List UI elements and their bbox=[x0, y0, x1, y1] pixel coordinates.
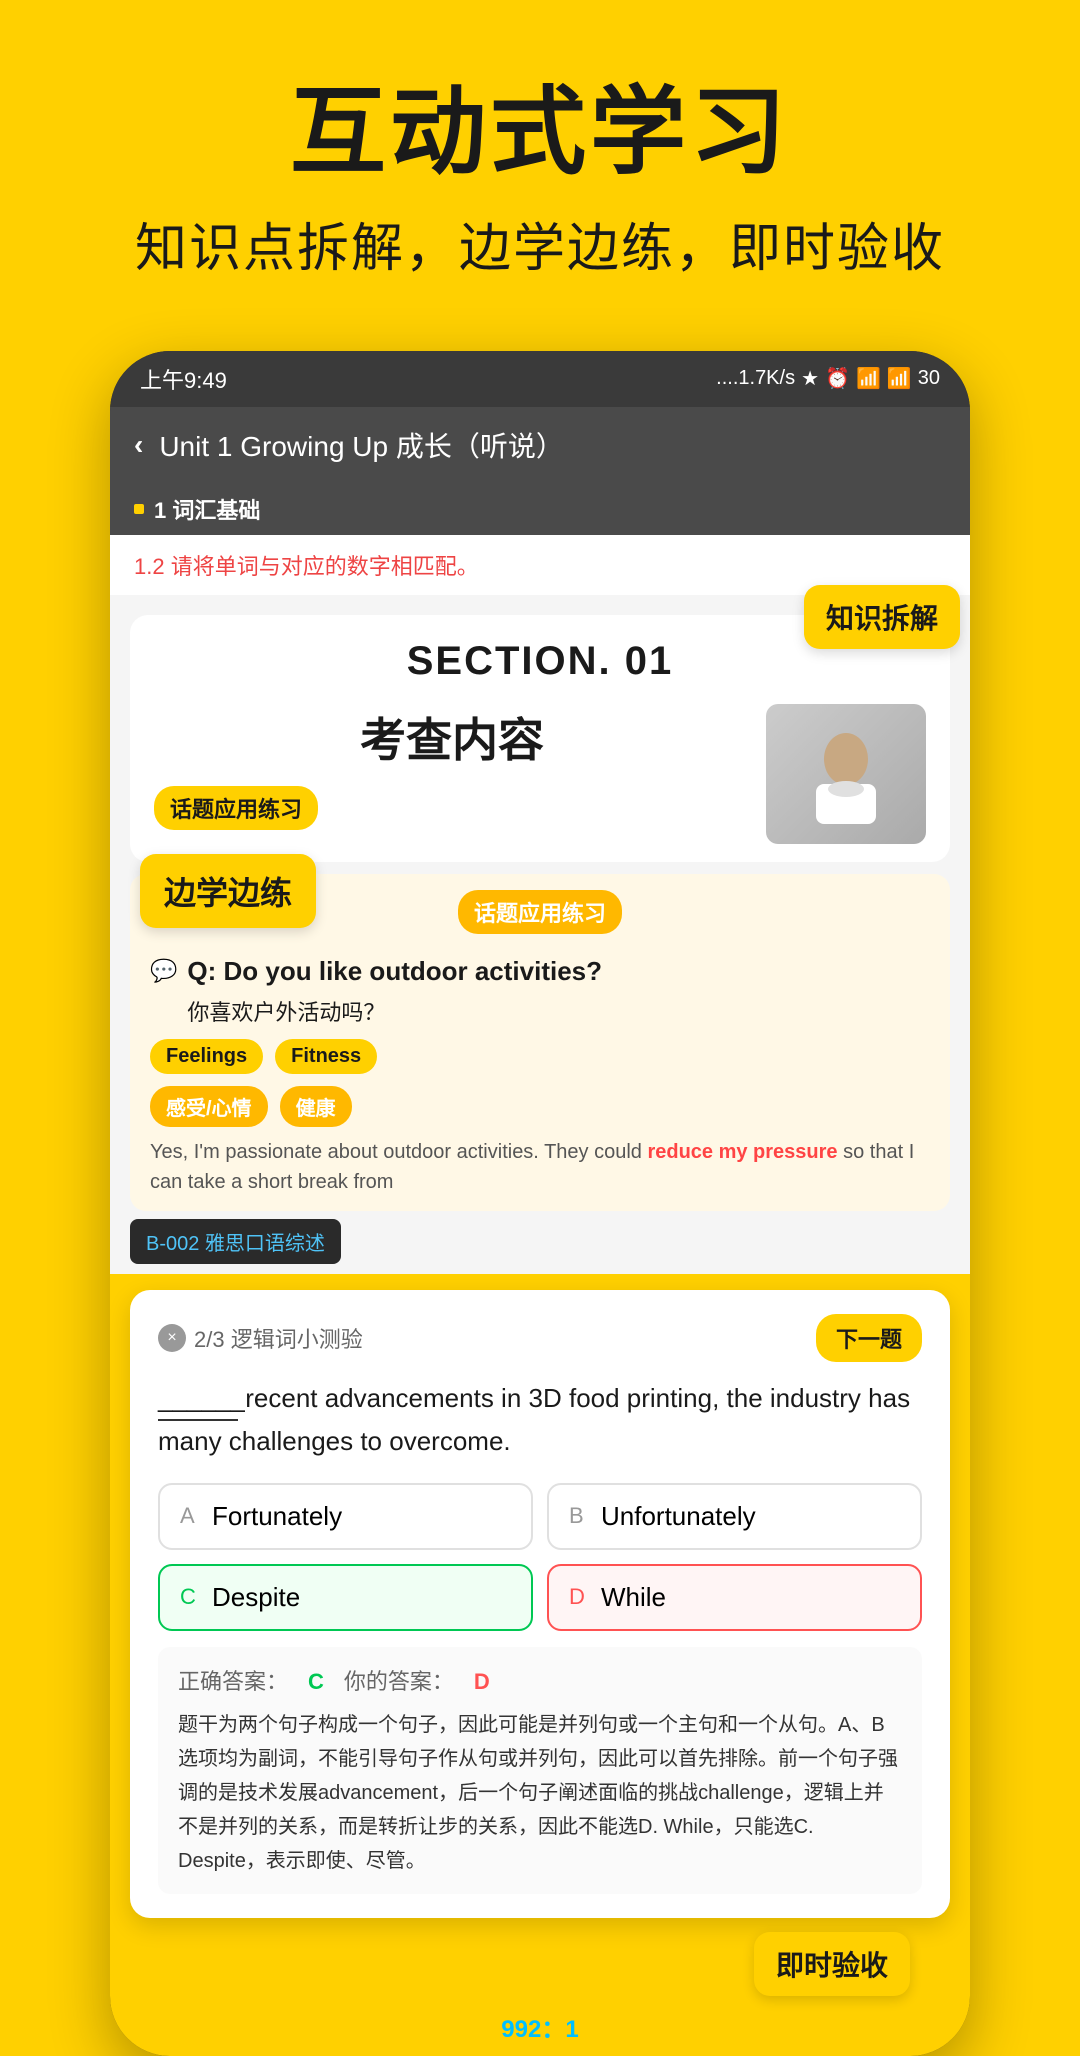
explanation-text: 题干为两个句子构成一个句子，因此可能是并列句或一个主句和一个从句。A、B选项均为… bbox=[178, 1708, 902, 1878]
phone-mockup: 上午9:49 ....1.7K/s ★ ⏰ 📶 📶 30 ‹ Unit 1 Gr… bbox=[110, 351, 970, 2056]
battery-level: 30 bbox=[918, 367, 940, 390]
hero-title: 互动式学习 bbox=[40, 80, 1040, 186]
wifi-icon: 📶 bbox=[887, 366, 912, 391]
status-bar: 上午9:49 ....1.7K/s ★ ⏰ 📶 📶 30 bbox=[110, 351, 970, 407]
bottom-area: 992：1 bbox=[110, 1996, 970, 2056]
quiz-blank: ______ bbox=[158, 1378, 238, 1422]
option-c-text: Despite bbox=[212, 1582, 300, 1613]
section-label-text: 1 词汇基础 bbox=[154, 493, 260, 525]
option-feelings[interactable]: Feelings bbox=[150, 1039, 263, 1074]
section-label: 1 词汇基础 bbox=[110, 483, 970, 535]
next-question-button[interactable]: 下一题 bbox=[816, 1314, 922, 1362]
nav-bar: ‹ Unit 1 Growing Up 成长（听说） bbox=[110, 407, 970, 483]
option-d-letter: D bbox=[569, 1584, 589, 1610]
quiz-option-d[interactable]: D While bbox=[547, 1564, 922, 1631]
phone-area: 上午9:49 ....1.7K/s ★ ⏰ 📶 📶 30 ‹ Unit 1 Gr… bbox=[0, 321, 1080, 2056]
topic-question-cn: 你喜欢户外活动吗？ bbox=[187, 995, 602, 1027]
quiz-question-text: recent advancements in 3D food printing,… bbox=[158, 1383, 910, 1457]
quiz-option-c[interactable]: C Despite bbox=[158, 1564, 533, 1631]
quiz-option-b[interactable]: B Unfortunately bbox=[547, 1483, 922, 1550]
quiz-option-a[interactable]: A Fortunately bbox=[158, 1483, 533, 1550]
quiz-options: A Fortunately B Unfortunately C Despite bbox=[158, 1483, 922, 1631]
bluetooth-icon: ★ bbox=[801, 366, 819, 391]
correct-answer-label: 正确答案： bbox=[178, 1663, 288, 1700]
vocab-instruction: 1.2 请将单词与对应的数字相匹配。 bbox=[134, 554, 479, 579]
quiz-header: × 2/3 逻辑词小测验 下一题 bbox=[158, 1314, 922, 1362]
nav-title: Unit 1 Growing Up 成长（听说） bbox=[159, 425, 564, 465]
topic-options: Feelings Fitness bbox=[150, 1039, 930, 1074]
option-a-letter: A bbox=[180, 1503, 200, 1529]
option-b-text: Unfortunately bbox=[601, 1501, 756, 1532]
correct-answer-value: C bbox=[308, 1663, 324, 1700]
alarm-icon: ⏰ bbox=[825, 366, 850, 391]
quiz-close-button[interactable]: × 2/3 逻辑词小测验 bbox=[158, 1322, 363, 1354]
quiz-progress: 2/3 逻辑词小测验 bbox=[194, 1322, 363, 1354]
status-right: ....1.7K/s ★ ⏰ 📶 📶 30 bbox=[716, 366, 940, 391]
option-fitness[interactable]: Fitness bbox=[275, 1039, 377, 1074]
lesson-code: B-002 雅思口语综述 bbox=[146, 1233, 325, 1255]
hero-section: 互动式学习 知识点拆解，边学边练，即时验收 bbox=[0, 0, 1080, 321]
option-c-letter: C bbox=[180, 1584, 200, 1610]
badge-jishi: 即时验收 bbox=[754, 1932, 910, 1996]
answer-explanation: 正确答案： C 你的答案： D 题干为两个句子构成一个句子，因此可能是并列句或一… bbox=[158, 1647, 922, 1894]
back-button[interactable]: ‹ bbox=[134, 429, 143, 461]
close-icon[interactable]: × bbox=[158, 1324, 186, 1352]
topic-answer: Yes, I'm passionate about outdoor activi… bbox=[150, 1137, 930, 1197]
topic-practice-header: 话题应用练习 bbox=[458, 890, 622, 934]
option-d-text: While bbox=[601, 1582, 666, 1613]
your-answer-label: 你的答案： bbox=[344, 1663, 454, 1700]
teacher-image bbox=[766, 704, 926, 844]
option-feelings-cn: 感受/心情 bbox=[150, 1086, 268, 1127]
signal-icon: 📶 bbox=[856, 366, 881, 391]
badge-bianxue: 边学边练 bbox=[140, 854, 316, 928]
status-time: 上午9:49 bbox=[140, 363, 227, 395]
quiz-card: × 2/3 逻辑词小测验 下一题 ______ recent advanceme… bbox=[130, 1290, 950, 1919]
option-a-text: Fortunately bbox=[212, 1501, 342, 1532]
network-info: ....1.7K/s bbox=[716, 367, 795, 390]
section-dot-icon bbox=[134, 504, 144, 514]
quiz-question: ______ recent advancements in 3D food pr… bbox=[158, 1378, 922, 1463]
practice-label: 话题应用练习 bbox=[154, 786, 318, 830]
option-fitness-cn: 健康 bbox=[280, 1086, 352, 1127]
phone-inner: 1.2 请将单词与对应的数字相匹配。 知识拆解 SECTION. 01 bbox=[110, 535, 970, 2056]
answer-row: 正确答案： C 你的答案： D bbox=[178, 1663, 902, 1700]
badge-zhishi: 知识拆解 bbox=[804, 585, 960, 649]
your-answer-value: D bbox=[474, 1663, 490, 1700]
bottom-text: 992：1 bbox=[501, 2009, 578, 2044]
option-b-letter: B bbox=[569, 1503, 589, 1529]
topic-question: Q: Do you like outdoor activities? bbox=[187, 956, 602, 987]
hero-subtitle: 知识点拆解，边学边练，即时验收 bbox=[40, 206, 1040, 281]
